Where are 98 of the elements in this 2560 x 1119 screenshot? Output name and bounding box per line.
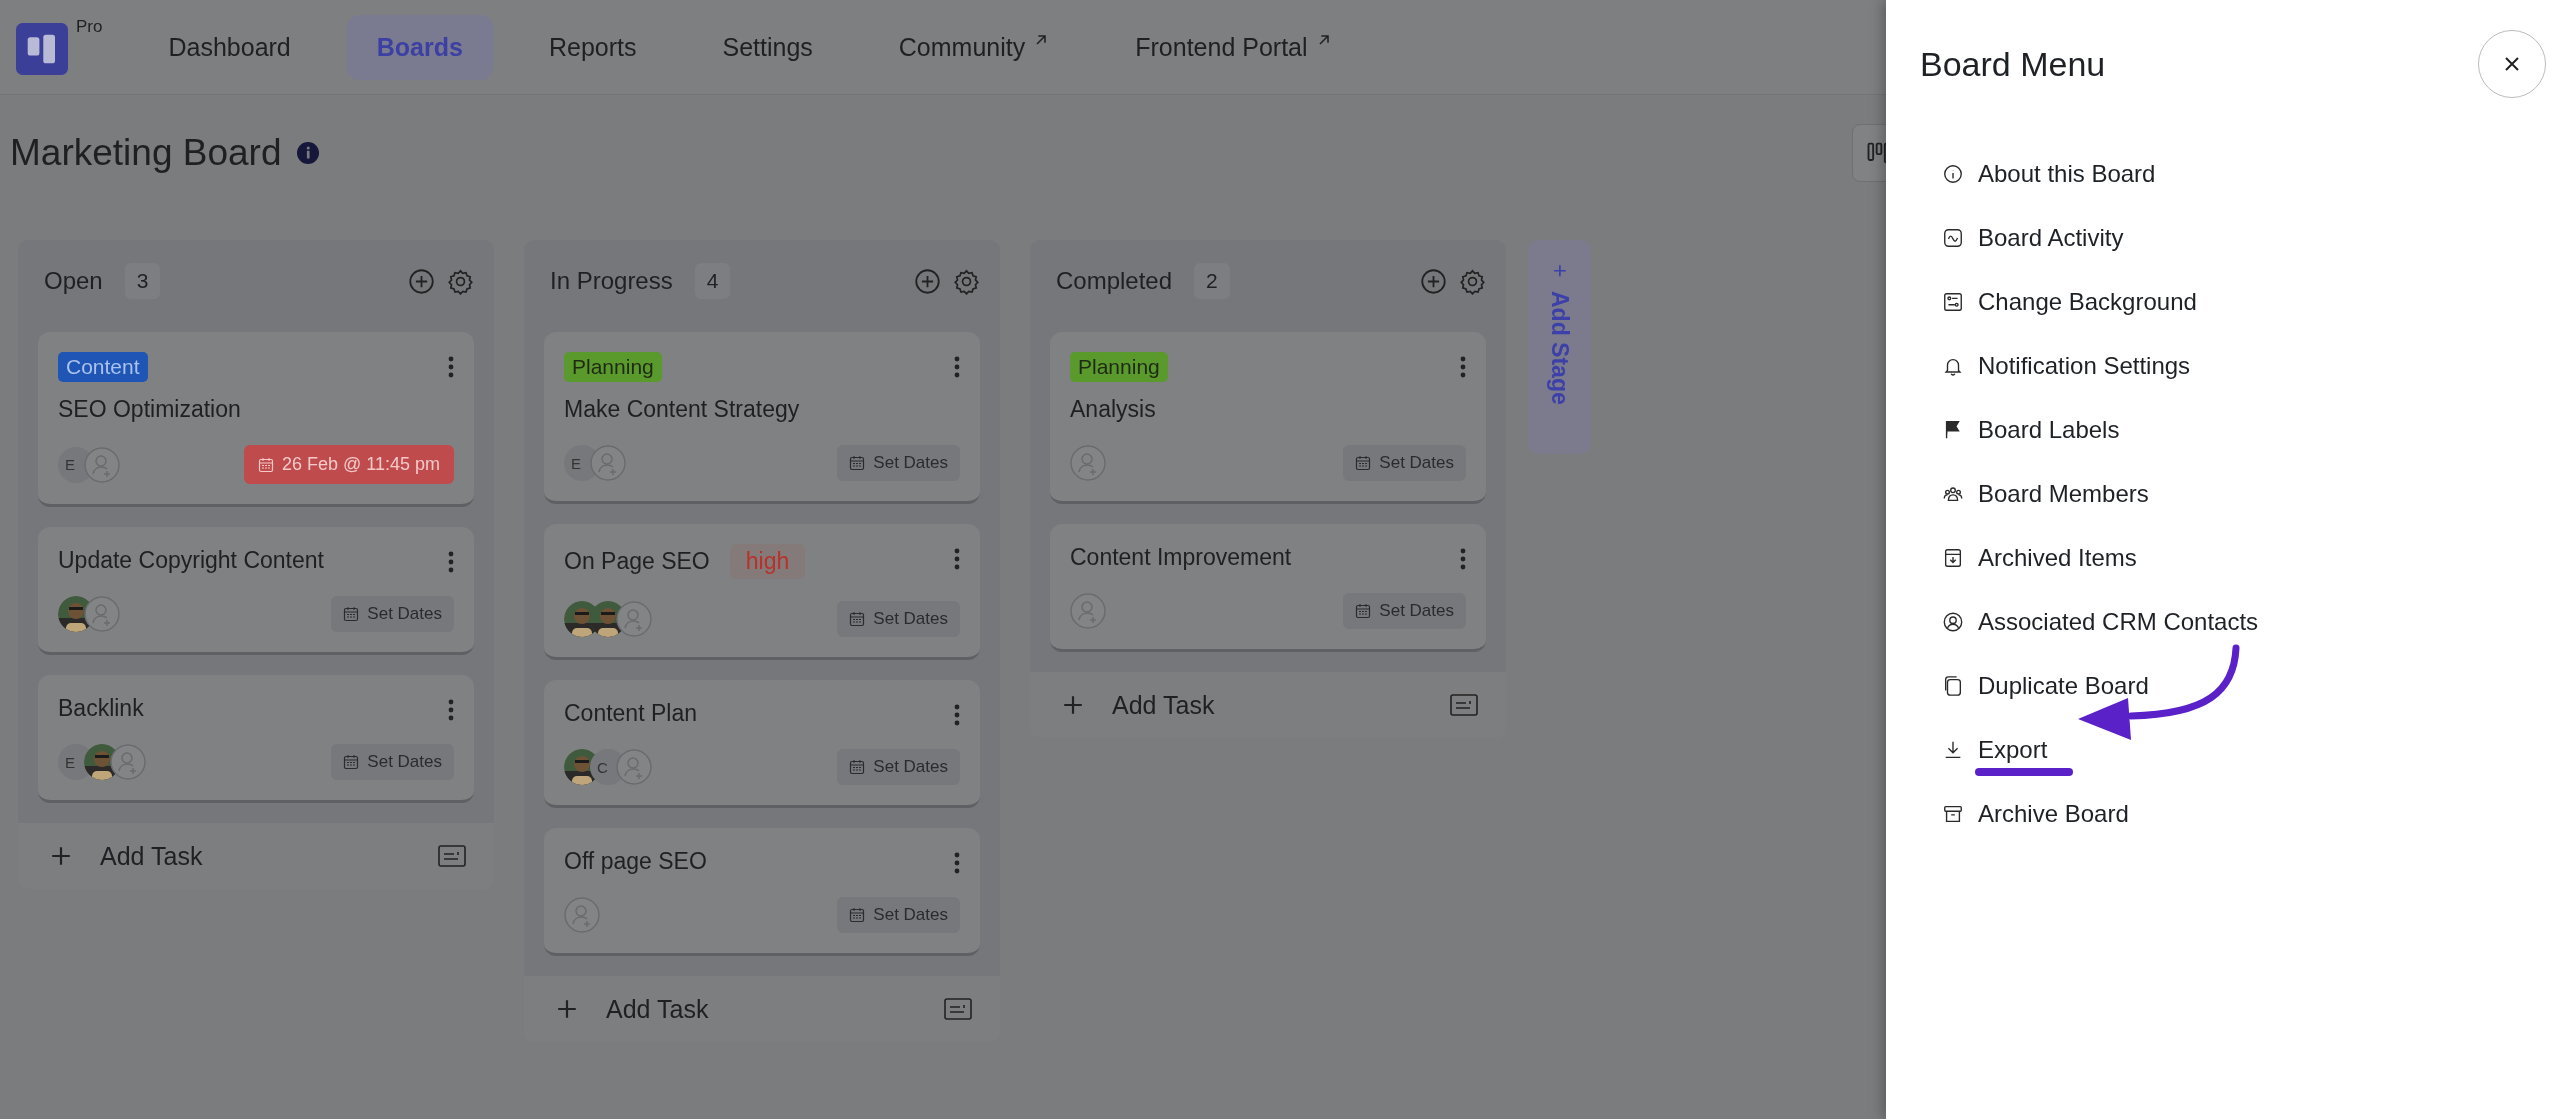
board-title: Marketing Board bbox=[10, 131, 282, 174]
add-icon[interactable] bbox=[914, 267, 941, 295]
card-icon bbox=[944, 998, 972, 1020]
task-card[interactable]: Planning Make Content Strategy E Set Dates bbox=[544, 332, 980, 504]
menu-item[interactable]: Archived Items bbox=[1936, 540, 2143, 576]
task-title: Make Content Strategy bbox=[564, 396, 800, 423]
menu-item[interactable]: About this Board bbox=[1936, 156, 2162, 192]
calendar-icon bbox=[849, 759, 866, 775]
nav-tab[interactable]: Settings bbox=[692, 14, 843, 80]
more-icon[interactable] bbox=[1460, 548, 1466, 570]
inbox-icon bbox=[1942, 547, 1964, 569]
calendar-icon bbox=[257, 456, 274, 473]
info-icon[interactable] bbox=[297, 141, 320, 164]
menu-item[interactable]: Export bbox=[1936, 732, 2054, 768]
calendar-icon bbox=[849, 455, 866, 471]
user-icon bbox=[1942, 611, 1964, 633]
menu-item[interactable]: Board Labels bbox=[1936, 412, 2126, 448]
calendar-icon bbox=[849, 611, 866, 627]
more-icon[interactable] bbox=[954, 852, 960, 874]
plus-icon bbox=[1062, 694, 1084, 716]
add-user-icon[interactable] bbox=[84, 596, 120, 632]
menu-item[interactable]: Board Activity bbox=[1936, 220, 2130, 256]
task-card[interactable]: Update Copyright Content Set Dates bbox=[38, 527, 474, 655]
calendar-icon bbox=[343, 754, 360, 770]
label-tag: Planning bbox=[564, 352, 662, 382]
pro-label: Pro bbox=[76, 17, 103, 37]
menu-item[interactable]: Associated CRM Contacts bbox=[1936, 604, 2265, 640]
add-user-icon[interactable] bbox=[616, 601, 652, 637]
label-tag: Planning bbox=[1070, 352, 1168, 382]
task-card[interactable]: Planning Analysis Set Dates bbox=[1050, 332, 1486, 504]
stage-title: In Progress bbox=[550, 267, 673, 295]
more-icon[interactable] bbox=[954, 356, 960, 378]
add-icon[interactable] bbox=[1420, 267, 1447, 295]
panel-title: Board Menu bbox=[1920, 44, 2106, 84]
more-icon[interactable] bbox=[1460, 356, 1466, 378]
calendar-icon bbox=[1355, 455, 1372, 471]
calendar-icon bbox=[1355, 603, 1372, 619]
info-icon bbox=[1942, 163, 1964, 185]
task-card[interactable]: Content Improvement Set Dates bbox=[1050, 524, 1486, 652]
more-icon[interactable] bbox=[954, 704, 960, 726]
archive-icon bbox=[1942, 803, 1964, 825]
nav-tab[interactable]: Dashboard bbox=[138, 14, 321, 80]
task-title: Content Improvement bbox=[1070, 544, 1292, 571]
chart-icon bbox=[1942, 227, 1964, 249]
card-icon bbox=[1450, 694, 1478, 716]
more-icon[interactable] bbox=[448, 699, 454, 721]
nav-tab[interactable]: Frontend Portal bbox=[1105, 14, 1362, 80]
task-title: Off page SEO bbox=[564, 848, 707, 875]
stage-title: Completed bbox=[1056, 267, 1173, 295]
task-title: On Page SEO bbox=[564, 548, 710, 575]
calendar-icon bbox=[343, 606, 360, 622]
task-card[interactable]: Content SEO Optimization E 26 Feb @ 11:45 pm bbox=[38, 332, 474, 507]
task-card[interactable]: Content Plan C Set Dates bbox=[544, 680, 980, 808]
task-count: 4 bbox=[694, 263, 731, 299]
priority-tag: high bbox=[729, 544, 806, 579]
task-card[interactable]: Off page SEO Set Dates bbox=[544, 828, 980, 956]
add-user-icon[interactable] bbox=[110, 744, 146, 780]
task-card[interactable]: On Page SEO high Set Dates bbox=[544, 524, 980, 660]
nav-tab[interactable]: Reports bbox=[518, 14, 667, 80]
label-tag: Content bbox=[58, 352, 148, 382]
menu-item[interactable]: Archive Board bbox=[1936, 796, 2135, 832]
task-title: Backlink bbox=[58, 695, 144, 722]
logo-icon[interactable] bbox=[16, 23, 68, 75]
due-date-button[interactable]: Set Dates bbox=[1343, 445, 1466, 481]
due-date-button[interactable]: 26 Feb @ 11:45 pm bbox=[243, 445, 454, 484]
task-title: Content Plan bbox=[564, 700, 697, 727]
copy-icon bbox=[1942, 675, 1964, 697]
task-count: 3 bbox=[124, 263, 161, 299]
add-icon[interactable] bbox=[408, 267, 435, 295]
nav-tab[interactable]: Community bbox=[868, 14, 1080, 80]
stage-title: Open bbox=[44, 267, 103, 295]
task-title: SEO Optimization bbox=[58, 396, 241, 423]
menu-item[interactable]: Change Background bbox=[1936, 284, 2203, 320]
task-title: Update Copyright Content bbox=[58, 547, 324, 574]
task-title: Analysis bbox=[1070, 396, 1156, 423]
image-settings-icon bbox=[1942, 291, 1964, 313]
due-date-button[interactable]: Set Dates bbox=[331, 596, 454, 632]
due-date-button[interactable]: Set Dates bbox=[837, 601, 960, 637]
menu-item[interactable]: Duplicate Board bbox=[1936, 668, 2155, 704]
due-date-button[interactable]: Set Dates bbox=[837, 897, 960, 933]
due-date-button[interactable]: Set Dates bbox=[837, 749, 960, 785]
more-icon[interactable] bbox=[954, 548, 960, 570]
settings-icon[interactable] bbox=[447, 267, 474, 295]
card-icon bbox=[438, 845, 466, 867]
settings-icon[interactable] bbox=[1459, 267, 1486, 295]
task-card[interactable]: Backlink E Set Dates bbox=[38, 675, 474, 803]
due-date-button[interactable]: Set Dates bbox=[1343, 593, 1466, 629]
due-date-button[interactable]: Set Dates bbox=[837, 445, 960, 481]
menu-item[interactable]: Notification Settings bbox=[1936, 348, 2197, 384]
plus-icon bbox=[50, 845, 72, 867]
due-date-button[interactable]: Set Dates bbox=[331, 744, 454, 780]
task-count: 2 bbox=[1194, 263, 1230, 299]
more-icon[interactable] bbox=[448, 551, 454, 573]
plus-icon bbox=[556, 998, 578, 1020]
menu-item[interactable]: Board Members bbox=[1936, 476, 2155, 512]
calendar-icon bbox=[849, 907, 866, 923]
more-icon[interactable] bbox=[448, 356, 454, 378]
settings-icon[interactable] bbox=[953, 267, 980, 295]
